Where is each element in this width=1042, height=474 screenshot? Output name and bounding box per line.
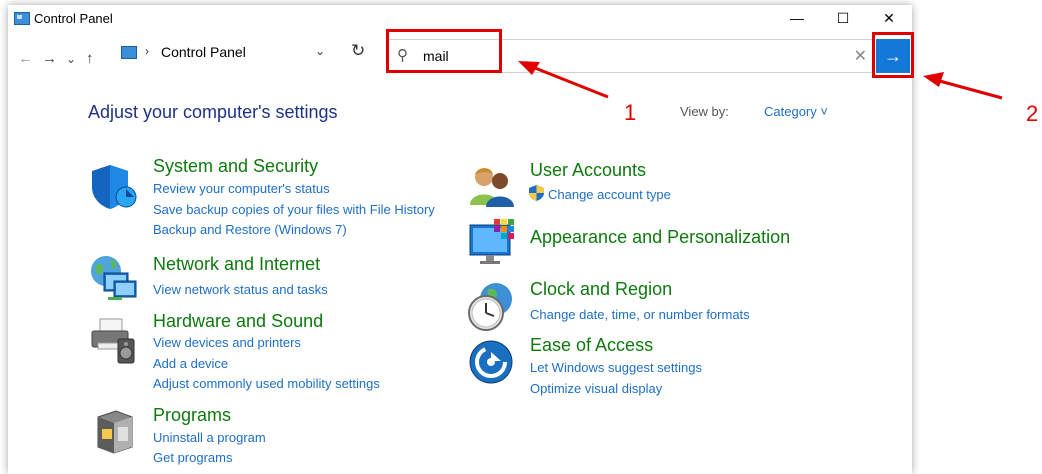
arrow-2-line — [935, 78, 1003, 100]
annotation-label-1: 1 — [624, 100, 637, 125]
arrow-2-head — [923, 72, 944, 87]
arrow-1-line — [529, 64, 609, 99]
annotation-label-2: 2 — [1026, 101, 1039, 126]
annotation-arrows — [518, 61, 1003, 100]
